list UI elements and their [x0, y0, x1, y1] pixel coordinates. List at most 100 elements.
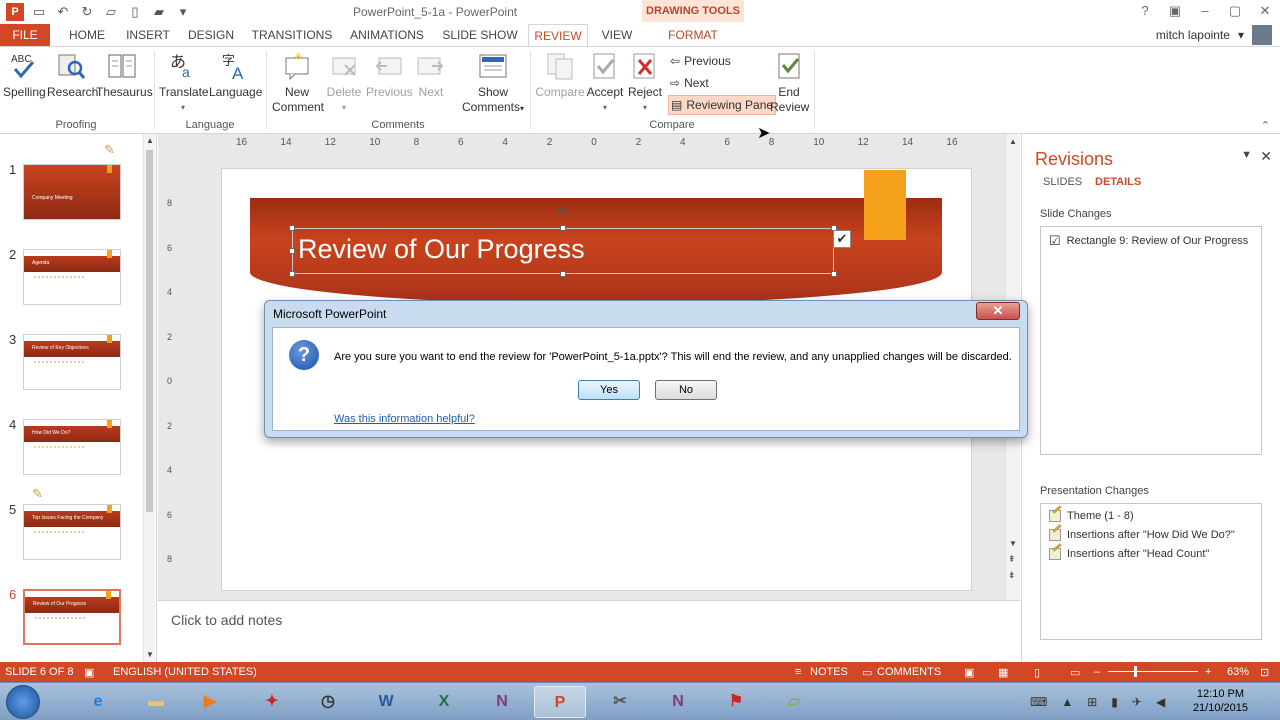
language-button[interactable]: 字A Language — [209, 51, 262, 100]
ribbon-display-icon[interactable]: ▣ — [1160, 0, 1190, 22]
compare-button[interactable]: Compare — [535, 51, 585, 100]
maximize-icon[interactable]: ▢ — [1220, 0, 1250, 22]
keyboard-icon[interactable]: ⌨ — [1030, 695, 1047, 709]
language-indicator[interactable]: ENGLISH (UNITED STATES) — [113, 666, 257, 678]
translate-button[interactable]: あa Translate ▾ — [159, 51, 209, 115]
resize-handle[interactable] — [560, 225, 566, 231]
help-icon[interactable]: ? — [1130, 0, 1160, 22]
internet-explorer-icon[interactable]: e — [72, 686, 124, 718]
open-icon[interactable]: ▱ — [102, 3, 120, 21]
undo-icon[interactable]: ↶ — [54, 3, 72, 21]
tab-slide-show[interactable]: SLIDE SHOW — [440, 24, 520, 46]
revision-marker-icon[interactable]: ✎ — [104, 142, 115, 158]
powerpoint-taskbar-icon[interactable]: P — [534, 686, 586, 718]
resize-handle[interactable] — [289, 225, 295, 231]
powerpoint-logo-icon[interactable]: P — [6, 3, 24, 21]
scroll-down-icon[interactable]: ▼ — [146, 650, 154, 659]
fit-slide-icon[interactable]: ⊡ — [1260, 666, 1269, 679]
spelling-button[interactable]: ABC Spelling — [3, 51, 46, 100]
resize-handle[interactable] — [560, 271, 566, 277]
pushpin-icon[interactable]: ✦ — [246, 686, 298, 718]
onenote-icon[interactable]: N — [476, 686, 528, 718]
yes-button[interactable]: Yes — [578, 380, 640, 400]
previous-comment-button[interactable]: Previous — [366, 51, 413, 100]
delete-comment-button[interactable]: Delete ▾ — [324, 51, 364, 115]
zoom-out-icon[interactable]: – — [1094, 666, 1100, 678]
word-icon[interactable]: W — [360, 686, 412, 718]
start-button-icon[interactable] — [6, 685, 40, 719]
tab-insert[interactable]: INSERT — [122, 24, 174, 46]
tab-home[interactable]: HOME — [62, 24, 112, 46]
zoom-in-icon[interactable]: + — [1205, 666, 1211, 678]
onenote-clip-icon[interactable]: N — [652, 686, 704, 718]
help-feedback-link[interactable]: Was this information helpful? — [334, 413, 475, 425]
normal-view-icon[interactable]: ▣ — [964, 666, 974, 679]
close-pane-icon[interactable]: ✕ — [1260, 148, 1272, 165]
reject-button[interactable]: Reject ▾ — [627, 51, 663, 115]
show-comments-button[interactable]: Show Comments▾ — [458, 51, 528, 116]
snipping-tool-icon[interactable]: ✂ — [594, 686, 646, 718]
tab-review[interactable]: REVIEW — [528, 24, 588, 46]
slide-thumbnail-4[interactable]: How Did We Do? — [23, 419, 121, 475]
file-explorer-icon[interactable]: ▬ — [130, 686, 182, 718]
new-comment-button[interactable]: ✳ New Comment — [272, 51, 324, 115]
slide-thumbnail-6[interactable]: Review of Our Progress — [23, 589, 121, 645]
media-player-icon[interactable]: ▶ — [184, 686, 236, 718]
list-item[interactable]: Theme (1 - 8) — [1049, 510, 1134, 522]
slide-title[interactable]: Review of Our Progress — [298, 234, 585, 265]
tab-transitions[interactable]: TRANSITIONS — [250, 24, 334, 46]
accept-button[interactable]: Accept ▾ — [586, 51, 624, 115]
tray-expand-icon[interactable]: ▲ — [1061, 695, 1073, 709]
dialog-close-button[interactable]: ✕ — [976, 302, 1020, 320]
notes-app-icon[interactable]: ▱ — [768, 686, 820, 718]
network-icon[interactable]: ✈ — [1132, 695, 1142, 709]
notes-toggle[interactable]: NOTES — [810, 666, 848, 678]
slide-thumbnail-5[interactable]: Top Issues Facing the Company — [23, 504, 121, 560]
minimize-icon[interactable]: – — [1190, 0, 1220, 22]
zoom-level[interactable]: 63% — [1227, 666, 1249, 678]
rotate-handle-icon[interactable]: ⟳ — [556, 204, 568, 221]
resize-handle[interactable] — [289, 271, 295, 277]
spell-check-icon[interactable]: ▣ — [84, 666, 94, 679]
acrobat-icon[interactable]: ⚑ — [710, 686, 762, 718]
slide-show-icon[interactable]: ▭ — [1070, 666, 1080, 679]
revision-marker-icon[interactable]: ✎ — [32, 486, 43, 502]
tab-details[interactable]: DETAILS — [1095, 176, 1141, 188]
reviewing-pane-button[interactable]: ▤ Reviewing Pane — [668, 95, 777, 115]
scroll-up-icon[interactable]: ▲ — [1009, 137, 1017, 146]
notes-pane[interactable]: Click to add notes — [158, 600, 1020, 662]
system-clock[interactable]: 12:10 PM 21/10/2015 — [1193, 687, 1248, 715]
scroll-down-icon[interactable]: ▼ — [1009, 539, 1017, 548]
tab-file[interactable]: FILE — [0, 24, 50, 46]
zoom-slider-thumb[interactable] — [1134, 666, 1137, 677]
folder-icon[interactable]: ▰ — [150, 3, 168, 21]
slide-thumbnail-1[interactable]: Company Meeting — [23, 164, 121, 220]
pane-options-icon[interactable]: ▼ — [1241, 149, 1252, 161]
next-slide-icon[interactable]: ⇟ — [1008, 570, 1016, 581]
slide-thumbnail-3[interactable]: Review of Key Objectives — [23, 334, 121, 390]
comments-toggle[interactable]: COMMENTS — [877, 666, 941, 678]
resize-handle[interactable] — [831, 271, 837, 277]
collapse-ribbon-icon[interactable]: ⌃ — [1261, 119, 1270, 132]
new-icon[interactable]: ▯ — [126, 3, 144, 21]
previous-change-button[interactable]: ⇦ Previous — [668, 51, 733, 71]
list-item[interactable]: Insertions after "Head Count" — [1049, 548, 1209, 560]
user-account[interactable]: mitch lapointe ▾ — [1156, 25, 1272, 45]
thesaurus-button[interactable]: Thesaurus — [96, 51, 153, 100]
no-button[interactable]: No — [655, 380, 717, 400]
resize-handle[interactable] — [289, 248, 295, 254]
excel-icon[interactable]: X — [418, 686, 470, 718]
research-button[interactable]: Research — [47, 51, 98, 100]
zoom-slider[interactable] — [1108, 671, 1198, 672]
tab-slides[interactable]: SLIDES — [1043, 176, 1082, 188]
save-icon[interactable]: ▭ — [30, 3, 48, 21]
clock-app-icon[interactable]: ◷ — [302, 686, 354, 718]
redo-icon[interactable]: ↻ — [78, 3, 96, 21]
tab-view[interactable]: VIEW — [596, 24, 638, 46]
scroll-up-icon[interactable]: ▲ — [146, 136, 154, 145]
slide-thumbnail-2[interactable]: Agenda — [23, 249, 121, 305]
slide-sorter-icon[interactable]: ▦ — [998, 666, 1008, 679]
previous-slide-icon[interactable]: ⇞ — [1008, 554, 1016, 565]
list-item[interactable]: Insertions after "How Did We Do?" — [1049, 529, 1235, 541]
slide-indicator[interactable]: SLIDE 6 OF 8 — [5, 666, 73, 678]
